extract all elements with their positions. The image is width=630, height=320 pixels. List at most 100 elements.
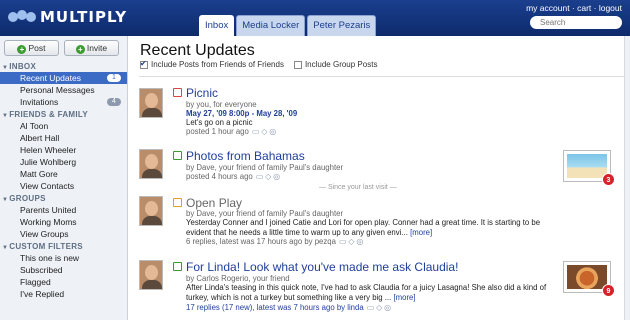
sidebar-item-label: Invitations <box>20 97 59 107</box>
post-replies[interactable]: 17 replies (17 new), latest was 7 hours … <box>186 303 364 312</box>
post-footer: posted 1 hour ago ▭◇◎ <box>186 127 278 136</box>
post-title[interactable]: For Linda! Look what you've made me ask … <box>186 260 458 274</box>
post-byline: by Dave, your friend of family Paul's da… <box>186 163 344 172</box>
avatar[interactable] <box>139 196 163 226</box>
sidebar-item-view-groups[interactable]: View Groups <box>0 228 127 240</box>
logo-text: MULTIPLY <box>40 8 128 26</box>
photo-icon <box>173 262 182 271</box>
section-groups[interactable]: ▼GROUPS <box>0 194 127 204</box>
tab-media-locker[interactable]: Media Locker <box>236 15 306 36</box>
post-byline: by Dave, your friend of family Paul's da… <box>186 209 344 218</box>
post-title[interactable]: Picnic <box>186 86 218 100</box>
page-title: Recent Updates <box>140 42 255 59</box>
avatar[interactable] <box>139 149 163 179</box>
sidebar-item-contact[interactable]: Albert Hall <box>0 132 127 144</box>
photo-thumbnail[interactable]: 3 <box>563 150 615 186</box>
invite-button-label: Invite <box>86 43 108 53</box>
sidebar-item-contact[interactable]: Julie Wohlberg <box>0 156 127 168</box>
sidebar-item-filter[interactable]: Flagged <box>0 276 127 288</box>
section-inbox[interactable]: ▼INBOX <box>0 62 127 72</box>
collapse-triangle-icon: ▼ <box>2 65 9 71</box>
avatar[interactable] <box>139 260 163 290</box>
post-time: posted 4 hours ago <box>186 172 253 181</box>
lasagna-photo <box>567 265 607 289</box>
photo-count-badge: 9 <box>602 284 615 297</box>
sidebar-item-filter[interactable]: This one is new <box>0 252 127 264</box>
tab-bar: Inbox Media Locker Peter Pezaris <box>199 15 378 36</box>
top-header: MULTIPLY Inbox Media Locker Peter Pezari… <box>0 0 630 36</box>
avatar[interactable] <box>139 88 163 118</box>
section-label: FRIENDS & FAMILY <box>9 110 88 119</box>
section-label: INBOX <box>9 62 37 71</box>
post-action-icons[interactable]: ▭◇◎ <box>367 303 393 312</box>
count-badge: 4 <box>107 98 121 106</box>
post-footer: posted 4 hours ago ▭◇◎ <box>186 172 282 181</box>
post-title[interactable]: Photos from Bahamas <box>186 149 305 163</box>
post-body-text: After Linda's teasing in this quick note… <box>186 283 547 302</box>
post-action-icons[interactable]: ▭◇◎ <box>256 172 282 181</box>
filter-group-posts[interactable]: Include Group Posts <box>293 60 378 69</box>
post-title[interactable]: Open Play <box>186 196 242 210</box>
filter-options: Include Posts from Friends of Friends In… <box>140 59 378 69</box>
post-byline: by you, for everyone <box>186 100 257 109</box>
section-friends[interactable]: ▼FRIENDS & FAMILY <box>0 110 127 120</box>
post-time: posted 1 hour ago <box>186 127 249 136</box>
collapse-triangle-icon: ▼ <box>2 113 9 119</box>
plus-icon: + <box>75 45 85 54</box>
sidebar-item-contact[interactable]: Helen Wheeler <box>0 144 127 156</box>
main-content: Recent Updates Include Posts from Friend… <box>129 36 630 320</box>
account-links[interactable]: my account · cart · logout <box>526 3 622 13</box>
calendar-icon <box>173 88 182 97</box>
logo-people-icon <box>8 10 36 24</box>
section-label: CUSTOM FILTERS <box>9 242 83 251</box>
more-link[interactable]: [more] <box>393 293 415 302</box>
scrollbar[interactable] <box>624 36 630 320</box>
multiply-logo[interactable]: MULTIPLY <box>8 8 127 26</box>
collapse-triangle-icon: ▼ <box>2 245 9 251</box>
invite-button[interactable]: + Invite <box>64 40 119 56</box>
checkbox-label: Include Posts from Friends of Friends <box>151 60 284 69</box>
sidebar-item-personal-messages[interactable]: Personal Messages <box>0 84 127 96</box>
more-link[interactable]: [more] <box>410 228 432 237</box>
section-custom-filters[interactable]: ▼CUSTOM FILTERS <box>0 242 127 252</box>
note-icon <box>173 198 182 207</box>
photo-thumbnail[interactable]: 9 <box>563 261 615 297</box>
tab-inbox[interactable]: Inbox <box>199 15 235 36</box>
sidebar-item-label: Personal Messages <box>20 85 95 95</box>
photo-count-badge: 3 <box>602 173 615 186</box>
sidebar-item-view-contacts[interactable]: View Contacts <box>0 180 127 192</box>
post-button-label: Post <box>28 43 46 53</box>
sidebar-item-filter[interactable]: I've Replied <box>0 288 127 300</box>
sidebar-item-group[interactable]: Parents United <box>0 204 127 216</box>
sidebar-item-group[interactable]: Working Moms <box>0 216 127 228</box>
post-replies[interactable]: 6 replies, latest was 17 hours ago by pe… <box>186 237 336 246</box>
post-body-text: Yesterday Conner and I joined Catie and … <box>186 218 541 237</box>
checkbox-unchecked[interactable] <box>293 60 302 69</box>
plus-icon: + <box>17 45 27 54</box>
sidebar-item-recent-updates[interactable]: Recent Updates 1 <box>0 72 127 84</box>
filter-friends-of-friends[interactable]: Include Posts from Friends of Friends <box>140 59 284 69</box>
post-byline: by Carlos Rogerio, your friend <box>186 274 290 283</box>
collapse-triangle-icon: ▼ <box>2 197 9 203</box>
post-body: After Linda's teasing in this quick note… <box>186 283 556 302</box>
photo-icon <box>173 151 182 160</box>
sidebar-item-invitations[interactable]: Invitations 4 <box>0 96 127 108</box>
event-date: May 27, '09 8:00p - May 28, '09 <box>186 109 298 118</box>
sidebar-item-contact[interactable]: Al Toon <box>0 120 127 132</box>
sidebar-item-label: Recent Updates <box>20 73 81 83</box>
post-body: Yesterday Conner and I joined Catie and … <box>186 218 556 237</box>
post-action-icons[interactable]: ▭◇◎ <box>252 127 278 136</box>
divider <box>139 76 624 77</box>
post-button[interactable]: + Post <box>4 40 59 56</box>
section-label: GROUPS <box>9 194 46 203</box>
checkbox-checked[interactable] <box>140 59 148 69</box>
tab-profile[interactable]: Peter Pezaris <box>307 15 377 36</box>
sidebar-item-contact[interactable]: Matt Gore <box>0 168 127 180</box>
post-footer: 17 replies (17 new), latest was 7 hours … <box>186 303 393 312</box>
search-input[interactable] <box>530 16 622 29</box>
sidebar: + Post + Invite ▼INBOX Recent Updates 1 Per… <box>0 36 128 320</box>
sidebar-item-filter[interactable]: Subscribed <box>0 264 127 276</box>
post-action-icons[interactable]: ▭◇◎ <box>339 237 365 246</box>
checkbox-label: Include Group Posts <box>304 60 378 69</box>
beach-photo <box>567 154 607 178</box>
